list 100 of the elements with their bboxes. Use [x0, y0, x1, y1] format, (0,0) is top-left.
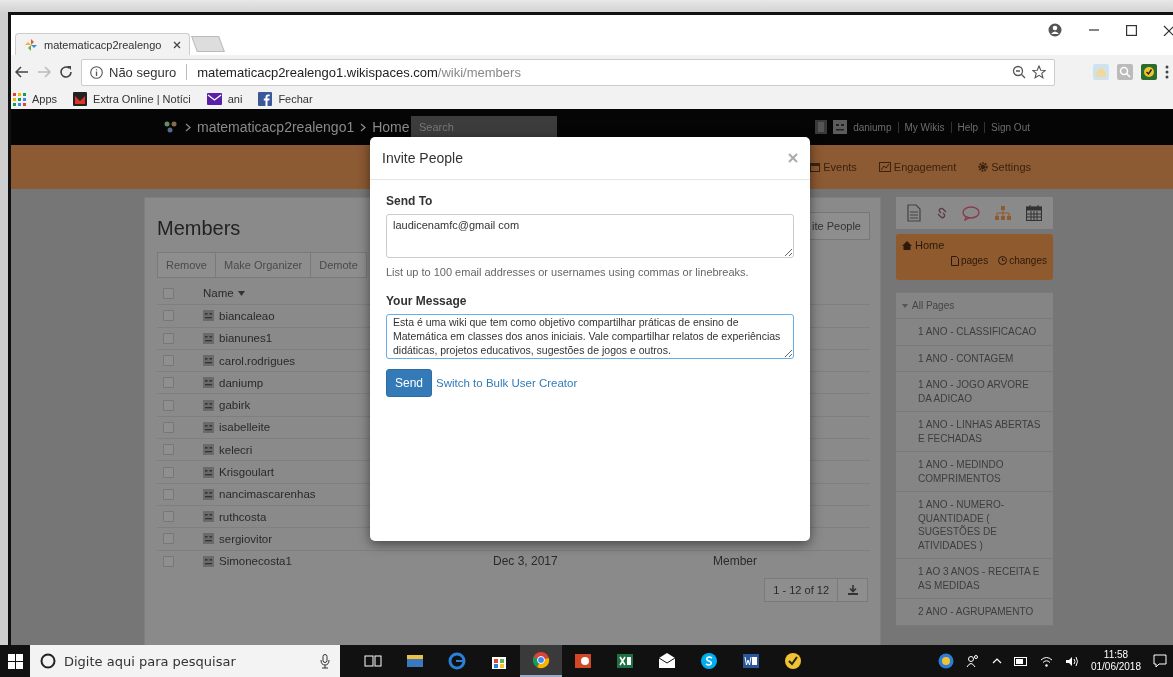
circle-icon [40, 653, 56, 669]
user-link[interactable]: daniump [853, 121, 892, 133]
avatar-icon [203, 332, 214, 344]
nav-link[interactable]: Engagement [878, 161, 957, 173]
action-button[interactable]: Demote [310, 252, 367, 278]
reload-icon[interactable] [59, 65, 73, 79]
page-link[interactable]: 1 ANO - CLASSIFICACAO [896, 319, 1053, 346]
send-button[interactable]: Send [386, 369, 433, 397]
page-link[interactable]: 1 ANO - JOGO ARVORE DA ADICAO [896, 372, 1053, 412]
nav-link[interactable]: Events [810, 161, 857, 173]
all-pages-toggle[interactable]: All Pages [912, 300, 955, 311]
message-field[interactable]: Esta é uma wiki que tem como objetivo compartilhar práticas de ensino de Matemática em classes dos anos iniciais. Vale compartilhar relatos de experiências didáticas, projetos educativos, sugestões de jogos e outros. [386, 314, 794, 359]
member-name[interactable]: gabirk [219, 399, 251, 412]
user-link[interactable]: Help [950, 121, 979, 133]
bookmark-link[interactable]: Apps [32, 93, 58, 105]
bulk-user-link[interactable]: Switch to Bulk User Creator [436, 377, 578, 389]
avatar-icon [833, 120, 848, 134]
checkbox[interactable] [163, 555, 174, 567]
star-icon[interactable] [1032, 65, 1046, 79]
menu-icon[interactable] [1165, 65, 1169, 79]
zoom-icon[interactable] [1012, 65, 1026, 79]
people-icon[interactable] [965, 654, 980, 668]
calendar-icon [810, 162, 821, 172]
nav-link[interactable]: Settings [978, 161, 1031, 173]
volume-icon[interactable] [1064, 655, 1079, 667]
shield-check-icon[interactable] [784, 652, 802, 670]
bookmark-link[interactable]: Fechar [278, 93, 313, 105]
member-name[interactable]: carol.rodrigues [219, 354, 296, 367]
home-action-link[interactable]: changes [998, 255, 1047, 266]
checkbox[interactable] [163, 332, 174, 344]
skype-icon[interactable] [700, 652, 718, 670]
checkbox[interactable] [163, 511, 174, 523]
member-name[interactable]: ruthcosta [219, 510, 267, 523]
user-link[interactable]: Sign Out [984, 121, 1030, 133]
breadcrumb-link[interactable]: matematicacp2realengo1 [197, 119, 355, 135]
caret-icon[interactable] [237, 290, 245, 296]
checkbox[interactable] [163, 421, 174, 433]
column-header[interactable]: Name [203, 287, 234, 300]
home-link[interactable]: Home [915, 239, 945, 251]
user-link[interactable]: My Wikis [897, 121, 945, 133]
page-link[interactable]: 1 AO 3 ANOS - RECEITA E AS MEDIDAS [896, 559, 1053, 599]
page-link[interactable]: 1 ANO - NUMERO-QUANTIDADE ( SUGESTÕES DE ATIVIDADES ) [896, 492, 1053, 559]
clock[interactable]: 11:58 01/06/2018 [1090, 649, 1141, 673]
member-name[interactable]: daniump [219, 376, 264, 389]
checkbox[interactable] [163, 533, 174, 545]
breadcrumb-link[interactable]: Home [372, 119, 410, 135]
member-name[interactable]: nancimascarenhas [219, 488, 316, 501]
page-link[interactable]: 1 ANO - MEDINDO COMPRIMENTOS [896, 452, 1053, 492]
address-bar[interactable]: Não seguro matematicacp2realengo1.wikispaces.com/wiki/members [81, 58, 1055, 86]
calendar-icon[interactable] [1026, 205, 1043, 221]
page-link[interactable]: 1 ANO - CONTAGEM [896, 345, 1053, 372]
page-link[interactable]: 1 ANO - LINHAS ABERTAS E FECHADAS [896, 412, 1053, 452]
mail-icon[interactable] [658, 652, 676, 670]
browser-tab[interactable]: matematicacp2realengo [15, 33, 190, 55]
checkbox[interactable] [163, 287, 174, 299]
account-icon[interactable] [1048, 23, 1062, 37]
task-view-icon[interactable] [364, 652, 382, 670]
member-name[interactable]: sergiovitor [219, 532, 273, 545]
checkbox[interactable] [163, 377, 174, 389]
checkbox[interactable] [163, 488, 174, 500]
maximize-icon[interactable] [1126, 24, 1137, 36]
action-button[interactable]: Make Organizer [214, 252, 312, 278]
chevron-up-icon[interactable] [991, 658, 1002, 664]
avatar-icon [203, 377, 214, 389]
member-name[interactable]: biancaleao [219, 309, 275, 322]
battery-icon[interactable] [1013, 656, 1028, 666]
book-icon[interactable] [815, 120, 828, 134]
member-name[interactable]: Krisgoulart [219, 466, 274, 478]
checkbox[interactable] [163, 399, 174, 411]
back-icon[interactable] [15, 65, 29, 79]
search-field[interactable]: Search [411, 116, 557, 138]
wifi-icon[interactable] [1039, 655, 1053, 667]
action-button[interactable]: Remove [157, 252, 216, 278]
home-action-link[interactable]: pages [950, 255, 989, 266]
check-circle-icon[interactable] [1141, 64, 1157, 80]
member-name[interactable]: Simonecosta1 [219, 555, 292, 568]
close-icon[interactable] [1163, 24, 1173, 36]
download-button[interactable] [838, 577, 868, 602]
invite-people-button[interactable]: ite People [810, 212, 870, 240]
notification-icon[interactable] [1153, 654, 1167, 668]
close-icon[interactable] [173, 40, 181, 49]
bookmark-link[interactable]: Extra Online | Notíci [93, 93, 191, 105]
edge-icon[interactable] [448, 652, 466, 670]
checkbox[interactable] [163, 466, 174, 478]
help-icon[interactable] [937, 653, 954, 669]
taskbar-search-field[interactable]: Digite aqui para pesquisar [30, 645, 340, 677]
checkbox[interactable] [163, 310, 174, 322]
folder-icon[interactable] [406, 652, 424, 670]
member-name[interactable]: bianunes1 [219, 332, 273, 345]
send-to-field[interactable]: laudicenamfc@gmail com [386, 214, 794, 258]
bookmark-link[interactable]: ani [227, 93, 243, 105]
checkbox[interactable] [163, 355, 174, 367]
member-name[interactable]: kelecri [219, 443, 253, 456]
spreadsheet-icon[interactable] [616, 652, 634, 670]
document-icon[interactable] [742, 652, 760, 670]
windows-icon[interactable] [7, 653, 23, 669]
page-link[interactable]: 2 ANO - AGRUPAMENTO [896, 599, 1053, 626]
member-name[interactable]: isabelleite [219, 421, 271, 434]
chrome-icon[interactable] [532, 651, 550, 669]
checkbox[interactable] [163, 444, 174, 456]
